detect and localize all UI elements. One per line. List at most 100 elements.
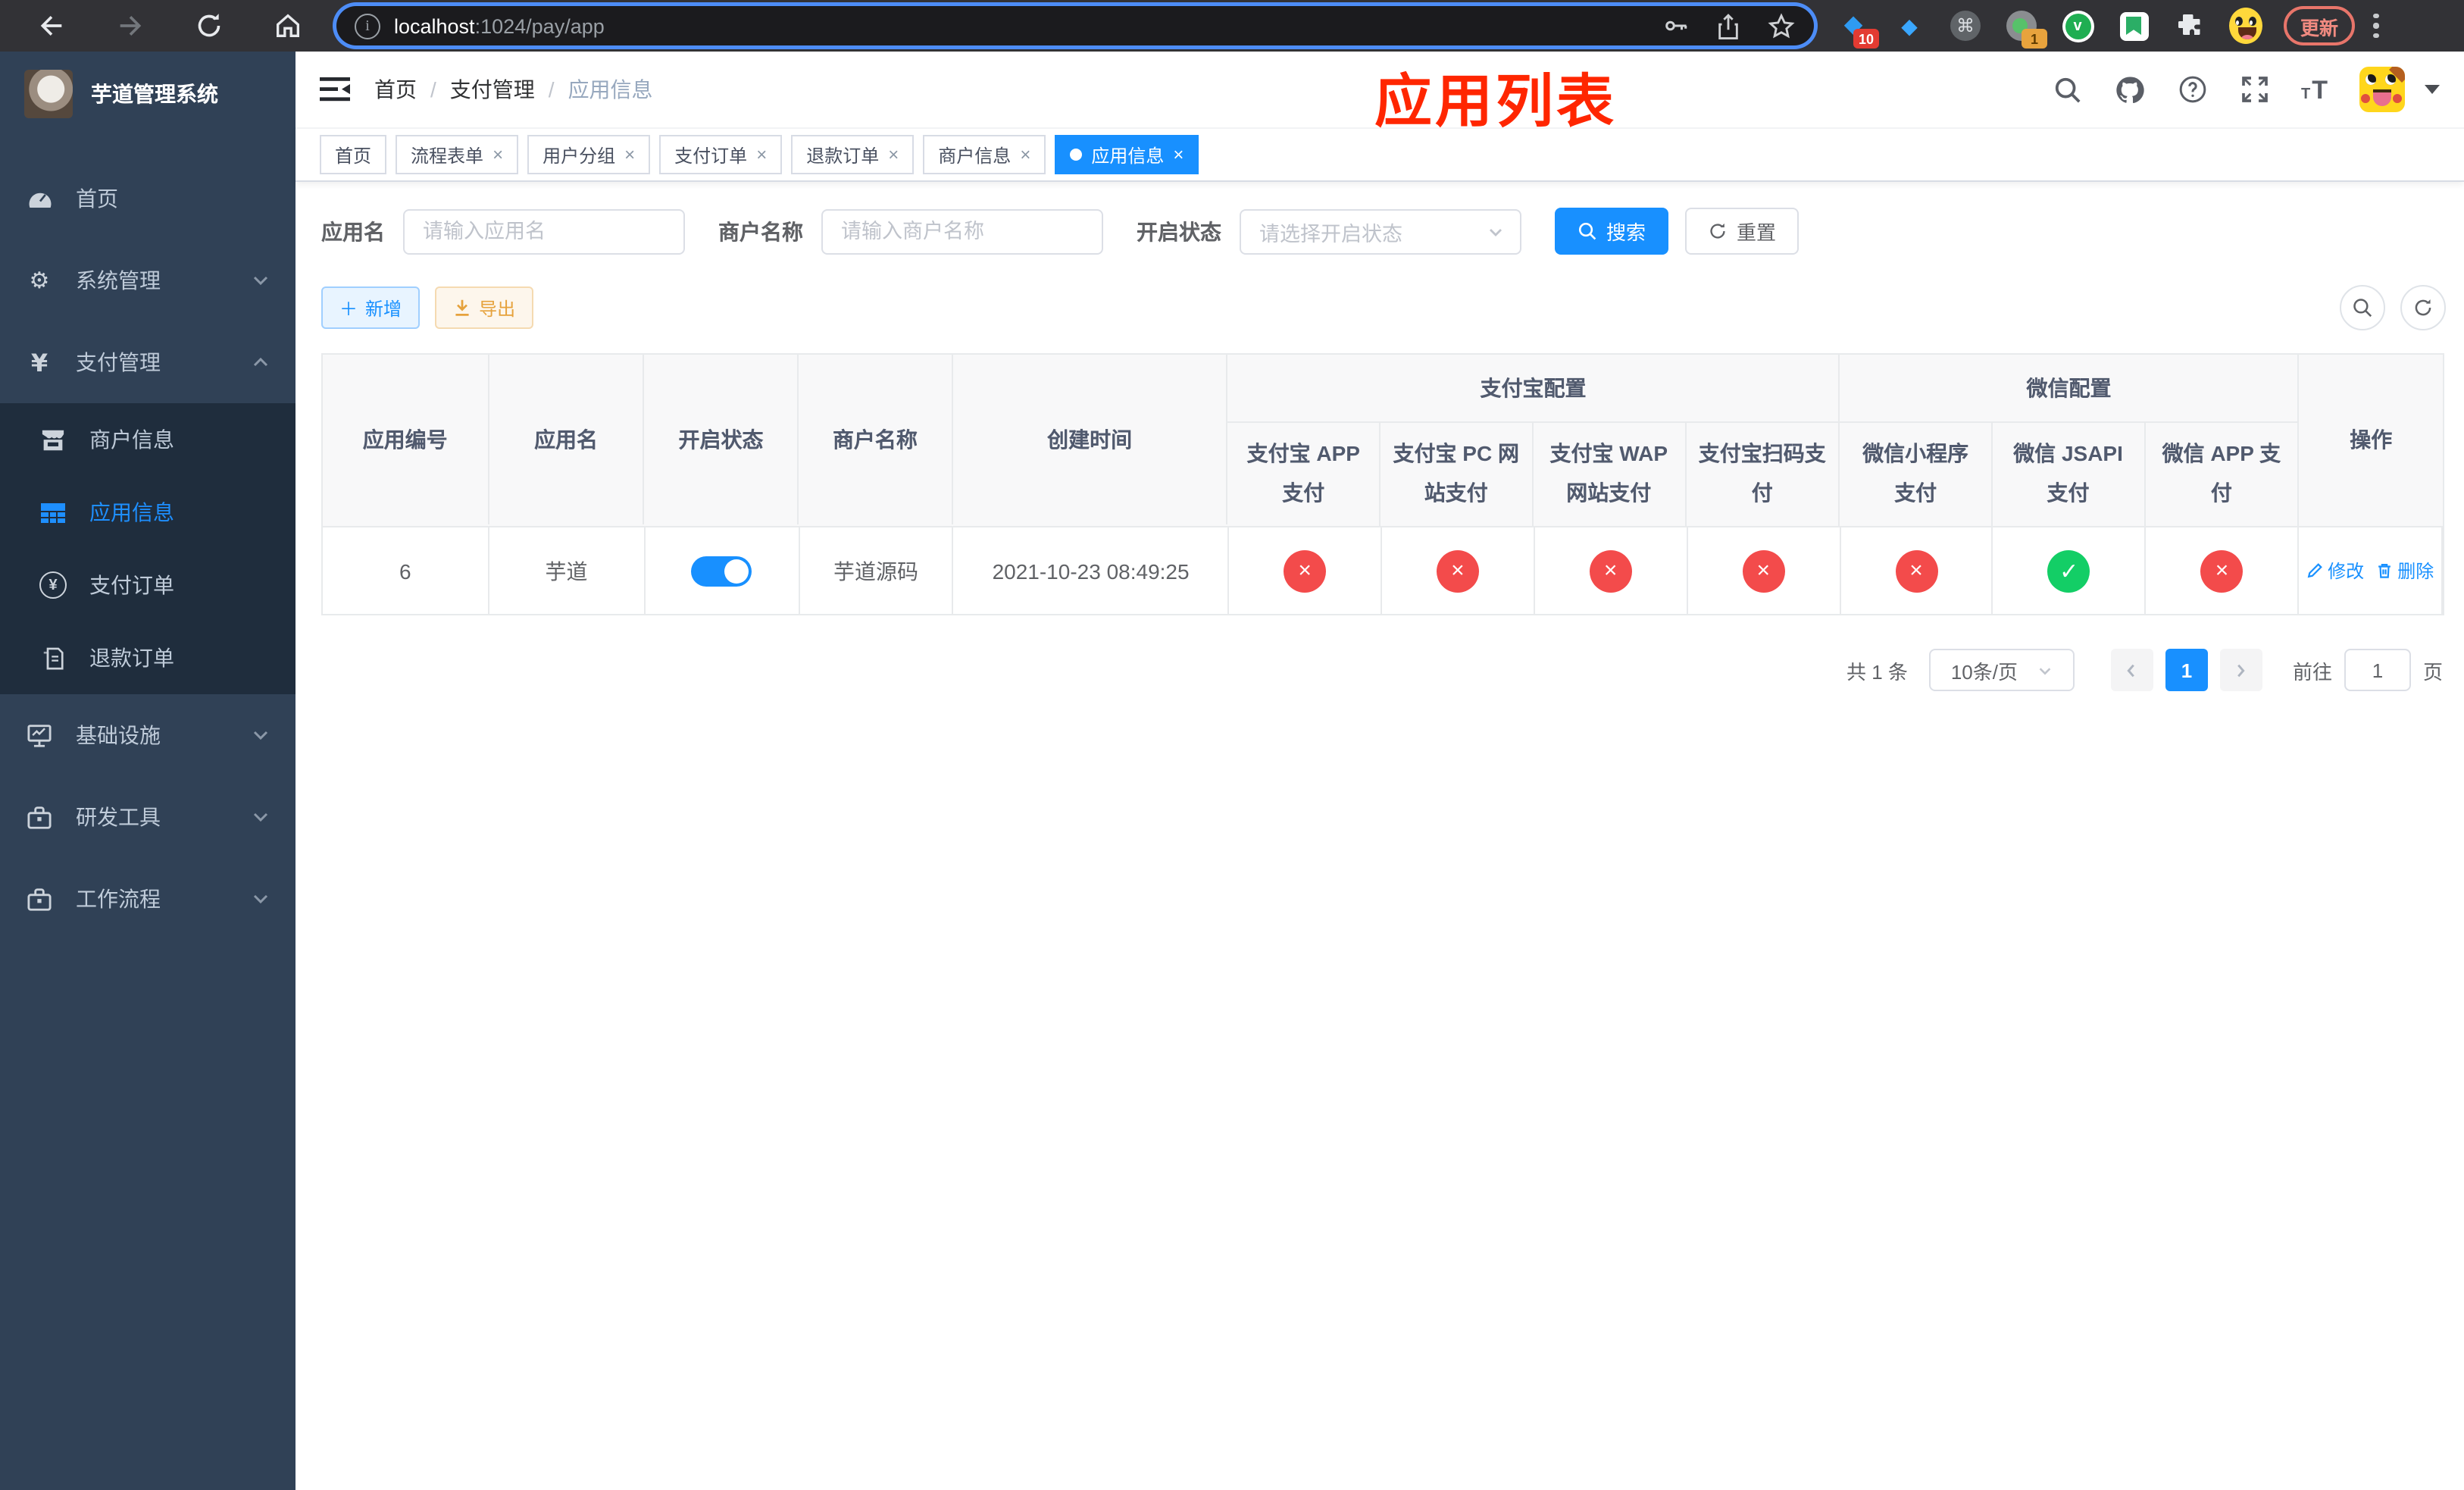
col-header-name: 应用名 <box>489 355 645 524</box>
site-info-icon[interactable]: i <box>355 13 380 39</box>
extension-green-v-icon[interactable]: v <box>2061 9 2094 42</box>
font-size-icon[interactable]: TT <box>2301 77 2328 102</box>
breadcrumb: 首页 / 支付管理 / 应用信息 <box>374 74 653 105</box>
table-row: 6 芋道 芋道源码 2021-10-23 08:49:25 × × × × × … <box>323 526 2444 614</box>
avatar-caret-icon[interactable] <box>2425 85 2440 94</box>
sidebar-item-merchant-info[interactable]: 商户信息 <box>0 403 295 476</box>
toggle-search-button[interactable] <box>2340 285 2385 330</box>
pagination-total: 共 1 条 <box>1846 660 1908 683</box>
close-icon[interactable]: × <box>756 146 767 164</box>
extension-recorder-icon[interactable]: 1 <box>2005 9 2047 49</box>
search-icon <box>2353 299 2372 318</box>
github-icon[interactable] <box>2113 74 2145 105</box>
cell-name: 芋道 <box>489 527 646 614</box>
breadcrumb-home[interactable]: 首页 <box>374 74 417 105</box>
edit-link[interactable]: 修改 <box>2306 558 2364 584</box>
tab-user-group[interactable]: 用户分组 × <box>527 135 651 174</box>
prev-page-button[interactable] <box>2110 649 2153 691</box>
user-avatar[interactable] <box>2359 67 2405 112</box>
current-page-button[interactable]: 1 <box>2165 649 2208 691</box>
plus-icon: ＋ <box>339 298 358 319</box>
password-key-icon[interactable] <box>1662 12 1690 39</box>
status-select[interactable]: 请选择开启状态 <box>1240 208 1521 254</box>
help-icon[interactable] <box>2177 74 2207 105</box>
app-name-input[interactable] <box>403 208 685 254</box>
extension-gem-icon[interactable]: ◆ <box>1893 9 1926 42</box>
sidebar-collapse-icon[interactable] <box>320 76 350 103</box>
sidebar-item-infra[interactable]: 基础设施 <box>0 694 295 776</box>
tab-process-form[interactable]: 流程表单 × <box>396 135 519 174</box>
col-header-wx-jsapi: 微信 JSAPI 支付 <box>1993 423 2146 526</box>
sidebar-item-system[interactable]: ⚙ 系统管理 <box>0 239 295 321</box>
chevron-left-icon <box>2128 663 2135 677</box>
sidebar-item-home[interactable]: 首页 <box>0 158 295 239</box>
browser-toolbar: i localhost:1024/pay/app ◆ 10 ◆ ⌘ 1 v 更新 <box>0 0 2464 52</box>
status-toggle[interactable] <box>691 556 752 586</box>
url-text[interactable]: localhost:1024/pay/app <box>394 14 605 37</box>
sidebar-item-dev-tools[interactable]: 研发工具 <box>0 776 295 858</box>
export-button[interactable]: 导出 <box>435 286 534 329</box>
page-size-select[interactable]: 10条/页 <box>1928 649 2075 691</box>
share-icon[interactable] <box>1715 11 1741 40</box>
close-icon[interactable]: × <box>492 146 503 164</box>
sidebar-item-pay-order[interactable]: ¥ 支付订单 <box>0 549 295 621</box>
breadcrumb-section[interactable]: 支付管理 <box>450 74 535 105</box>
group-header-alipay: 支付宝配置 支付宝 APP 支付 支付宝 PC 网站支付 支付宝 WAP 网站支… <box>1227 355 1840 526</box>
extension-sketch-icon[interactable]: ◆ 10 <box>1837 9 1879 49</box>
breadcrumb-current: 应用信息 <box>568 77 653 102</box>
sidebar-item-app-info[interactable]: 应用信息 <box>0 476 295 549</box>
chevron-down-icon <box>252 890 270 908</box>
cell-created: 2021-10-23 08:49:25 <box>954 527 1230 614</box>
status-label: 开启状态 <box>1137 219 1221 243</box>
close-icon[interactable]: × <box>1020 146 1030 164</box>
tab-pay-order[interactable]: 支付订单 × <box>659 135 783 174</box>
browser-reload-icon[interactable] <box>192 9 226 42</box>
chrome-menu-icon[interactable] <box>2373 13 2379 39</box>
chevron-right-icon <box>2238 663 2246 677</box>
bookmark-star-icon[interactable] <box>1767 11 1796 40</box>
extensions-row: ◆ 10 ◆ ⌘ 1 v <box>1837 8 2262 49</box>
extension-command-icon[interactable]: ⌘ <box>1949 9 1982 42</box>
delete-link[interactable]: 删除 <box>2376 558 2434 584</box>
download-icon <box>455 299 469 316</box>
extension-notebook-icon[interactable] <box>2117 9 2150 42</box>
browser-forward-icon[interactable] <box>114 9 147 42</box>
close-icon[interactable]: × <box>888 146 899 164</box>
close-icon[interactable]: × <box>624 146 635 164</box>
tab-merchant-info[interactable]: 商户信息 × <box>923 135 1046 174</box>
sidebar-item-workflow[interactable]: 工作流程 <box>0 858 295 940</box>
tab-home[interactable]: 首页 <box>320 135 387 174</box>
refresh-button[interactable] <box>2400 285 2446 330</box>
app-title: 芋道管理系统 <box>91 82 218 106</box>
disabled-cross-icon: × <box>2200 549 2244 592</box>
sidebar-item-refund-order[interactable]: 退款订单 <box>0 621 295 694</box>
monitor-icon <box>26 724 53 747</box>
tab-refund-order[interactable]: 退款订单 × <box>791 135 915 174</box>
browser-profile-avatar[interactable] <box>2229 8 2262 44</box>
top-navbar: 首页 / 支付管理 / 应用信息 应用列表 T T <box>295 52 2464 135</box>
sidebar-item-pay[interactable]: ¥ 支付管理 <box>0 321 295 403</box>
close-icon[interactable]: × <box>1173 146 1184 164</box>
search-button[interactable]: 搜索 <box>1555 208 1669 255</box>
app-logo[interactable]: 芋道管理系统 <box>0 52 295 136</box>
yen-icon: ¥ <box>30 348 48 377</box>
disabled-cross-icon: × <box>1742 549 1785 592</box>
goto-page-input[interactable] <box>2344 649 2411 691</box>
address-bar[interactable]: i localhost:1024/pay/app <box>336 6 1814 45</box>
add-button[interactable]: ＋新增 <box>321 286 421 329</box>
chrome-update-button[interactable]: 更新 <box>2284 6 2356 45</box>
browser-home-icon[interactable] <box>271 9 305 42</box>
extensions-puzzle-icon[interactable] <box>2173 9 2206 42</box>
extension-badge: 1 <box>2022 29 2047 49</box>
refresh-icon <box>2415 299 2431 316</box>
header-search-icon[interactable] <box>2053 75 2081 104</box>
fullscreen-icon[interactable] <box>2239 74 2269 105</box>
disabled-cross-icon: × <box>1895 549 1938 592</box>
next-page-button[interactable] <box>2219 649 2262 691</box>
merchant-name-input[interactable] <box>821 208 1103 254</box>
briefcase-icon <box>26 806 53 828</box>
cell-status <box>645 527 800 614</box>
tab-app-info[interactable]: 应用信息 × <box>1055 135 1199 174</box>
browser-back-icon[interactable] <box>35 9 68 42</box>
reset-button[interactable]: 重置 <box>1685 208 1800 255</box>
